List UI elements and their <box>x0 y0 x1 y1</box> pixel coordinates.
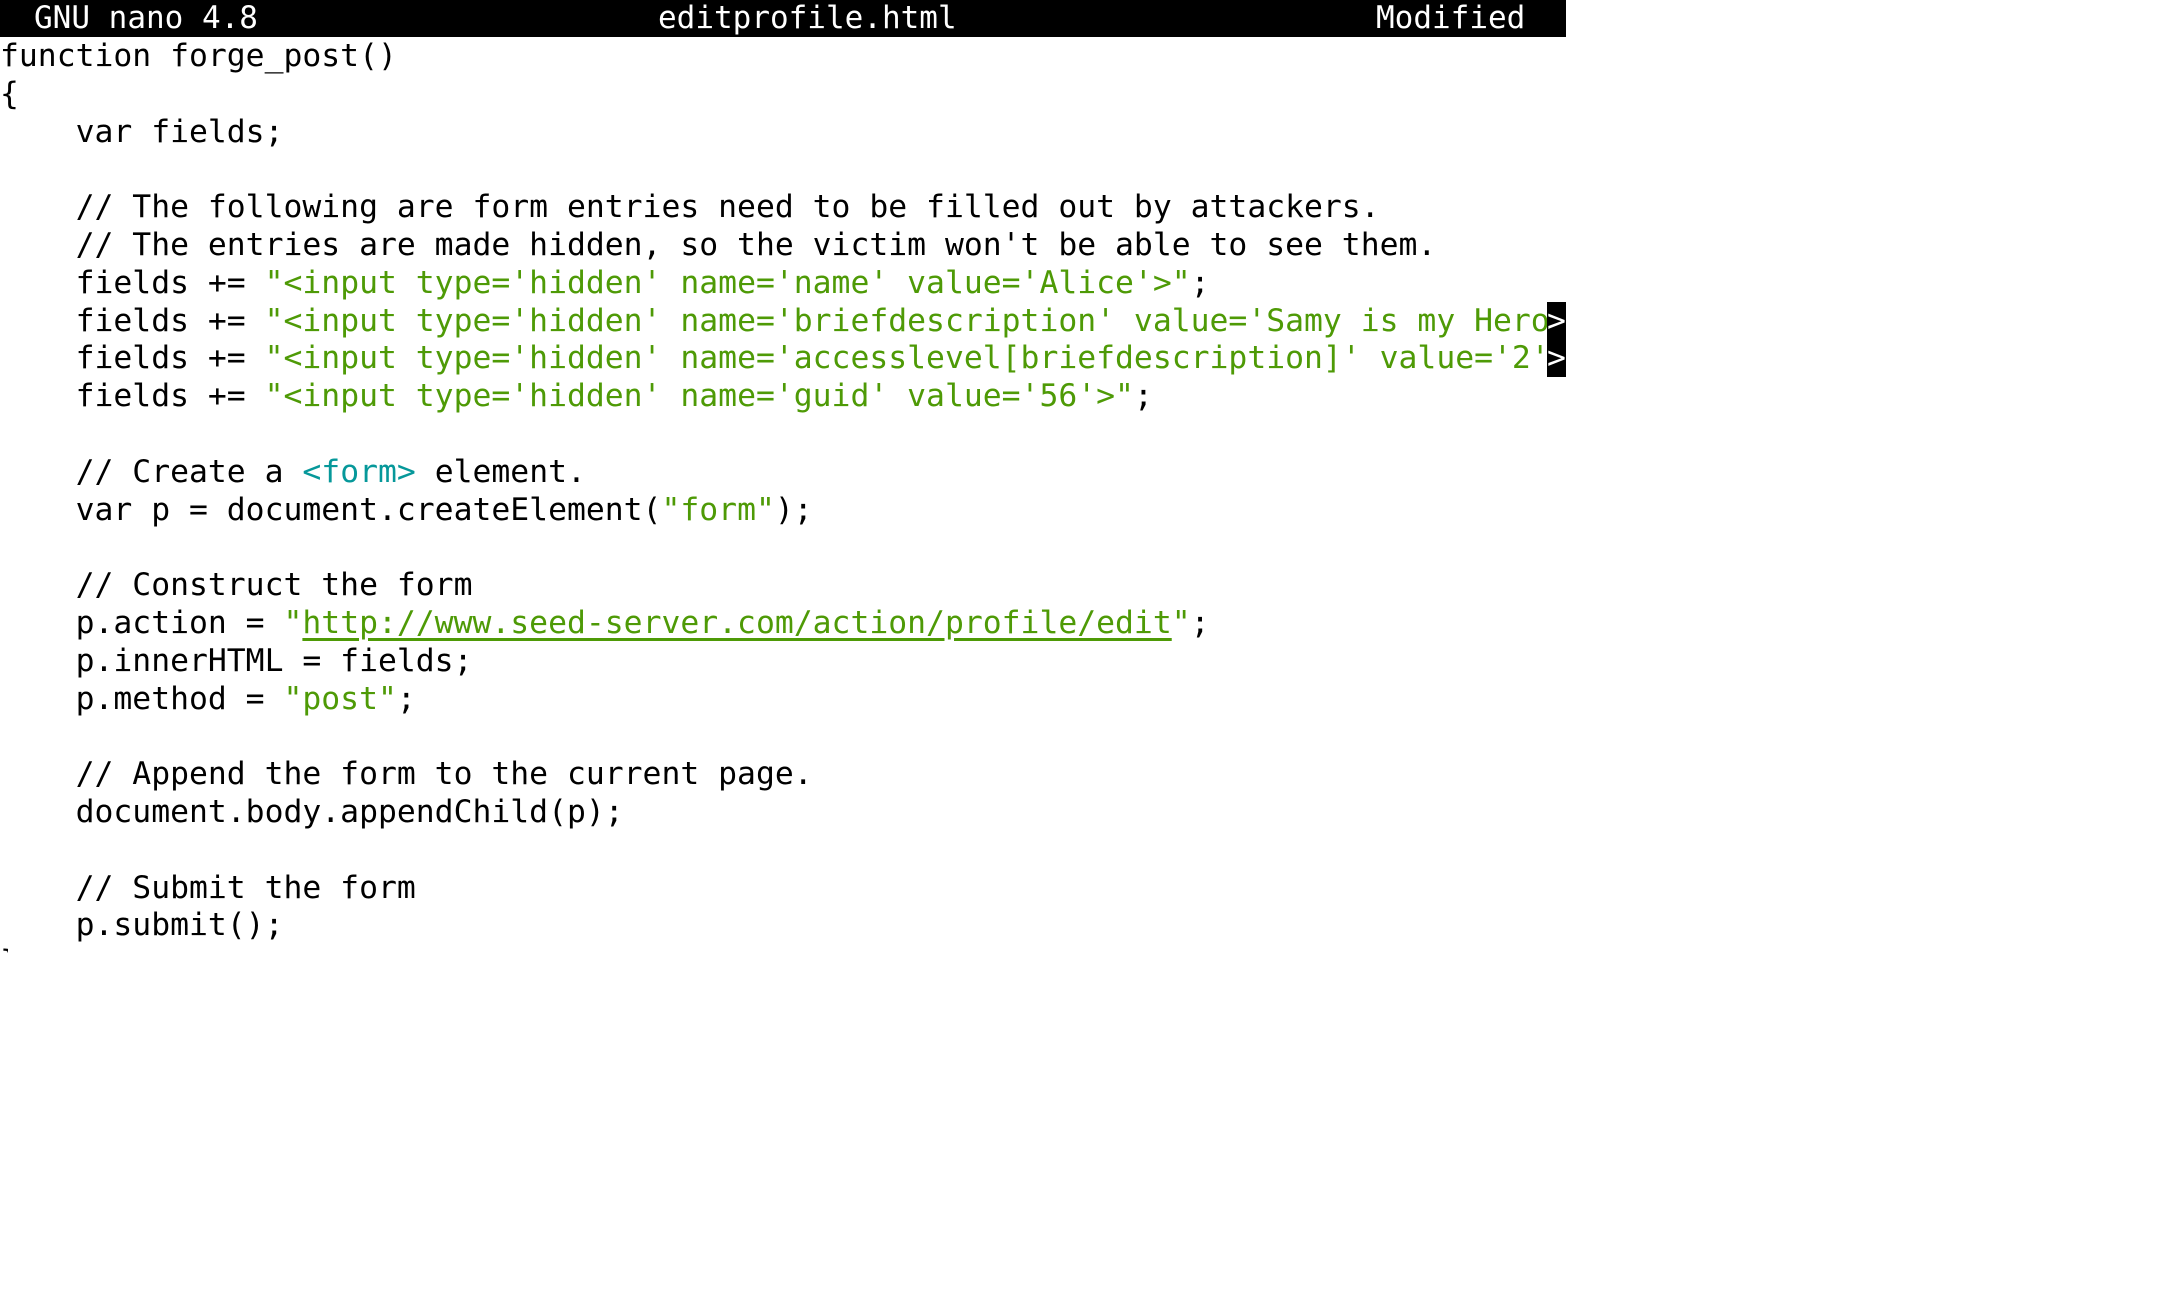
code-line[interactable]: document.body.appendChild(p); <box>0 793 624 831</box>
code-token-plain: p.submit(); <box>0 907 284 944</box>
code-token-plain: var fields; <box>0 113 284 150</box>
code-token-plain: { <box>0 75 19 112</box>
code-token-plain: function forge_post() <box>0 38 397 74</box>
code-token-plain: var p = document.createElement( <box>0 491 662 528</box>
code-line[interactable]: p.submit(); <box>0 906 284 944</box>
code-line[interactable]: p.action = "http://www.seed-server.com/a… <box>0 604 1210 642</box>
code-token-plain: // Create a <box>0 453 303 490</box>
line-overflow-indicator: > <box>1547 339 1566 378</box>
code-token-str: "<input type='hidden' name='name' value=… <box>264 264 1191 301</box>
code-token-plain: p.innerHTML = fields; <box>0 642 473 679</box>
code-token-plain: ; <box>1133 378 1153 415</box>
code-token-str: " <box>1171 605 1191 641</box>
code-line[interactable]: fields += "<input type='hidden' name='br… <box>0 302 1550 340</box>
code-token-plain: ; <box>396 680 416 717</box>
code-token-str: " <box>283 605 303 641</box>
code-token-plain: // Construct the form <box>0 567 473 604</box>
code-token-plain: ; <box>1190 264 1210 301</box>
code-line[interactable]: // The entries are made hidden, so the v… <box>0 226 1437 264</box>
code-token-plain: fields += <box>0 264 265 301</box>
code-token-plain: ); <box>774 491 813 528</box>
code-token-plain: element. <box>415 453 586 490</box>
code-token-plain: // Submit the form <box>0 869 416 906</box>
code-token-str: "<input type='hidden' name='briefdescrip… <box>264 302 1550 339</box>
code-line[interactable]: fields += "<input type='hidden' name='na… <box>0 264 1210 302</box>
code-line[interactable]: // Append the form to the current page. <box>0 755 813 793</box>
partial-closing-brace: } <box>0 943 8 953</box>
code-token-str: "form" <box>661 491 775 528</box>
code-line[interactable]: p.innerHTML = fields; <box>0 642 473 680</box>
code-token-plain: document.body.appendChild(p); <box>0 794 624 830</box>
code-token-plain: fields += <box>0 302 265 339</box>
line-overflow-indicator: > <box>1547 301 1566 340</box>
code-line[interactable]: // Create a <form> element. <box>0 453 586 491</box>
code-line[interactable]: { <box>0 75 19 113</box>
file-name-label: editprofile.html <box>658 0 957 36</box>
code-line[interactable]: p.method = "post"; <box>0 680 416 718</box>
code-token-plain: fields += <box>0 378 265 415</box>
code-token-plain: fields += <box>0 340 265 377</box>
code-line[interactable]: fields += "<input type='hidden' name='ac… <box>0 339 1550 377</box>
code-token-plain: p.action = <box>0 605 284 641</box>
code-token-plain: // The entries are made hidden, so the v… <box>0 227 1437 263</box>
code-token-plain: // The following are form entries need t… <box>0 189 1380 226</box>
code-token-plain: p.method = <box>0 680 284 717</box>
code-line[interactable]: // Construct the form <box>0 566 473 604</box>
code-line[interactable]: // The following are form entries need t… <box>0 188 1380 226</box>
modified-status-label: Modified <box>1376 0 1526 36</box>
code-line[interactable]: var fields; <box>0 113 284 151</box>
code-line[interactable]: fields += "<input type='hidden' name='gu… <box>0 377 1153 415</box>
code-line[interactable]: function forge_post() <box>0 37 397 75</box>
code-token-str: "post" <box>283 680 397 717</box>
bottom-blank-area <box>0 953 2158 1312</box>
nano-title-bar: GNU nano 4.8 editprofile.html Modified <box>0 0 1566 37</box>
code-line[interactable]: // Submit the form <box>0 869 416 907</box>
code-token-str: "<input type='hidden' name='guid' value=… <box>264 378 1134 415</box>
editor-version-label: GNU nano 4.8 <box>34 0 258 36</box>
nano-terminal-window[interactable]: GNU nano 4.8 editprofile.html Modified f… <box>0 0 1566 953</box>
code-line[interactable]: var p = document.createElement("form"); <box>0 491 813 529</box>
code-token-plain: // Append the form to the current page. <box>0 756 813 793</box>
code-token-plain: ; <box>1190 605 1210 641</box>
code-editor-area[interactable]: function forge_post(){ var fields; // Th… <box>0 37 1566 953</box>
code-token-url: http://www.seed-server.com/action/profil… <box>302 605 1172 641</box>
code-token-str: "<input type='hidden' name='accesslevel[… <box>264 340 1550 377</box>
code-token-tag: <form> <box>302 453 416 490</box>
